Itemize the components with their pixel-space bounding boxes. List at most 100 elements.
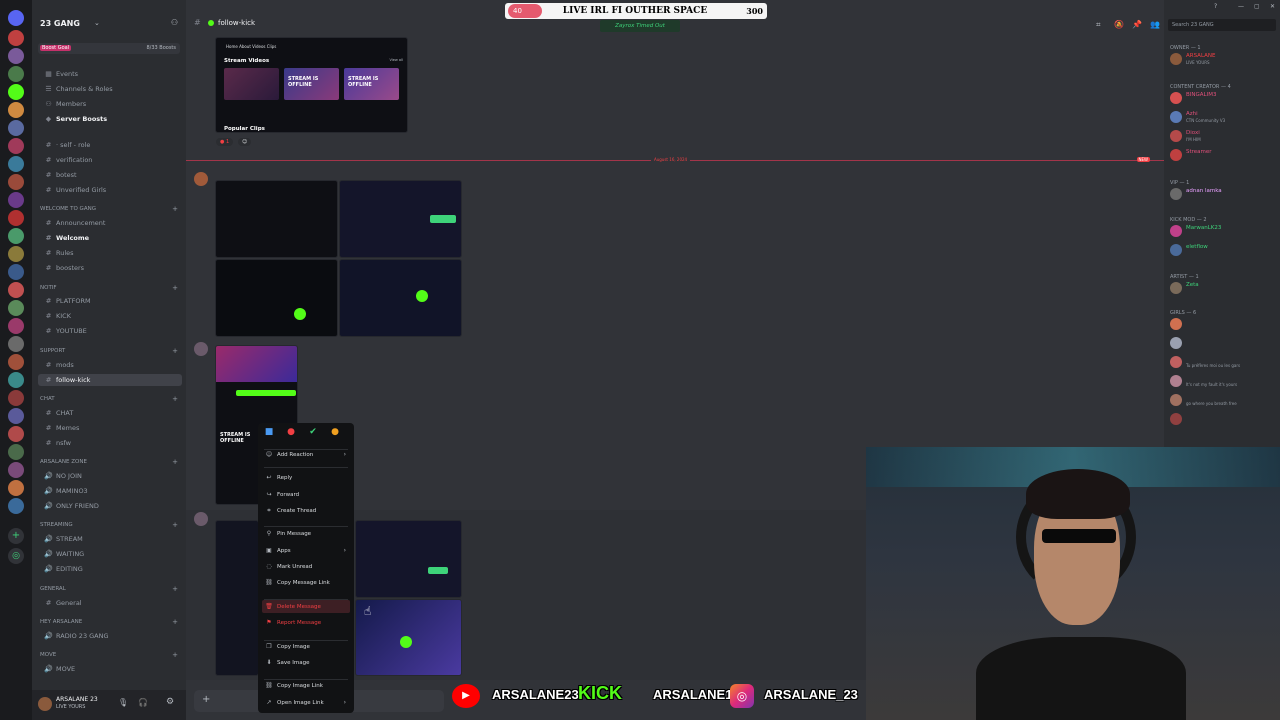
member-row[interactable]: Dioxi I'M HIM: [1170, 129, 1276, 143]
server-icon[interactable]: [8, 390, 24, 406]
menu-item-copy-image[interactable]: ❐ Copy Image: [262, 640, 350, 653]
menu-item-open-image-link[interactable]: ↗ Open Image Link ›: [262, 696, 350, 709]
menu-item-pin-message[interactable]: ⚲ Pin Message: [262, 527, 350, 540]
create-channel-icon[interactable]: +: [172, 347, 178, 355]
menu-item-forward[interactable]: ↪ Forward: [262, 488, 350, 501]
add-reaction-button[interactable]: ☺: [238, 138, 252, 146]
server-header[interactable]: 23 GANG ⌄ ⚇: [32, 0, 186, 40]
sidebar-item-no-join[interactable]: 🔊 NO JOIN: [44, 470, 180, 482]
sidebar-item-waiting[interactable]: 🔊 WAITING: [44, 548, 180, 560]
create-channel-icon[interactable]: +: [172, 205, 178, 213]
menu-item-add-reaction[interactable]: ☺ Add Reaction ›: [262, 448, 350, 461]
pin-icon[interactable]: 📌: [1132, 20, 1142, 29]
channel-category[interactable]: ARSALANE ZONE: [40, 459, 87, 465]
server-icon[interactable]: [8, 336, 24, 352]
server-icon[interactable]: [8, 174, 24, 190]
server-icon[interactable]: [8, 282, 24, 298]
image-attachment[interactable]: [355, 520, 462, 598]
sidebar-item-botest[interactable]: # botest: [44, 169, 180, 181]
member-row[interactable]: MarwanLK23: [1170, 224, 1276, 238]
server-icon[interactable]: [8, 426, 24, 442]
menu-item-mark-unread[interactable]: ◌ Mark Unread: [262, 560, 350, 573]
member-row[interactable]: [1170, 412, 1276, 426]
server-icon[interactable]: [8, 120, 24, 136]
member-row[interactable]: ARSALANE LIVE YOURS: [1170, 52, 1276, 66]
members-icon[interactable]: 👥: [1150, 20, 1160, 29]
image-attachment[interactable]: [215, 520, 259, 676]
avatar[interactable]: [194, 342, 208, 356]
sidebar-item-platform[interactable]: # PLATFORM: [44, 295, 180, 307]
sidebar-item-mods[interactable]: # mods: [44, 359, 180, 371]
video-thumbnail[interactable]: STREAM IS OFFLINE: [344, 68, 399, 100]
member-row[interactable]: BINGALIM3: [1170, 91, 1276, 105]
server-icon[interactable]: [8, 372, 24, 388]
server-icon[interactable]: [8, 498, 24, 514]
avatar[interactable]: [194, 512, 208, 526]
create-channel-icon[interactable]: +: [172, 521, 178, 529]
sidebar-item-follow-kick[interactable]: # follow-kick: [38, 374, 182, 386]
sidebar-item-chat[interactable]: # CHAT: [44, 407, 180, 419]
sidebar-item-stream[interactable]: 🔊 STREAM: [44, 533, 180, 545]
sidebar-item-boosters[interactable]: # boosters: [44, 262, 180, 274]
server-icon[interactable]: [8, 102, 24, 118]
video-thumbnail[interactable]: STREAM IS OFFLINE: [284, 68, 339, 100]
member-row[interactable]: [1170, 336, 1276, 350]
view-all-link[interactable]: View all: [389, 58, 403, 62]
menu-item-copy-image-link[interactable]: ⛓ Copy Image Link: [262, 679, 350, 692]
sidebar-item-kick[interactable]: # KICK: [44, 310, 180, 322]
menu-item-apps[interactable]: ▣ Apps ›: [262, 544, 350, 557]
server-icon[interactable]: [8, 156, 24, 172]
create-channel-icon[interactable]: +: [172, 618, 178, 626]
menu-item-copy-message-link[interactable]: ⛓ Copy Message Link: [262, 576, 350, 589]
sidebar-item-editing[interactable]: 🔊 EDITING: [44, 563, 180, 575]
member-row[interactable]: Streamer: [1170, 148, 1276, 162]
channel-category[interactable]: GENERAL: [40, 586, 66, 592]
boost-goal-bar[interactable]: Boost Goal 8/33 Boosts: [38, 43, 180, 54]
menu-item-report-message[interactable]: ⚑ Report Message: [262, 616, 350, 629]
sidebar-item-move[interactable]: 🔊 MOVE: [44, 663, 180, 675]
create-channel-icon[interactable]: +: [172, 284, 178, 292]
sidebar-item-welcome[interactable]: # Welcome: [44, 232, 180, 244]
channel-category[interactable]: WELCOME TO GANG: [40, 206, 96, 212]
sidebar-item-members[interactable]: ⚇ Members: [44, 98, 180, 110]
channel-category[interactable]: CHAT: [40, 396, 55, 402]
menu-item-create-thread[interactable]: ⌗ Create Thread: [262, 504, 350, 517]
avatar[interactable]: [38, 697, 52, 711]
channel-category[interactable]: MOVE: [40, 652, 56, 658]
menu-item-reply[interactable]: ↩ Reply: [262, 471, 350, 484]
menu-item-delete-message[interactable]: 🗑 Delete Message: [262, 600, 350, 613]
member-row[interactable]: go where you breath free: [1170, 393, 1276, 407]
sidebar-item-channels-roles[interactable]: ☰ Channels & Roles: [44, 83, 180, 95]
create-channel-icon[interactable]: +: [172, 458, 178, 466]
server-icon[interactable]: [8, 48, 24, 64]
plus-icon[interactable]: +: [202, 694, 210, 705]
image-attachment[interactable]: [215, 180, 338, 258]
sidebar-item-radio-23-gang[interactable]: 🔊 RADIO 23 GANG: [44, 630, 180, 642]
sidebar-item-only-friend[interactable]: 🔊 ONLY FRIEND: [44, 500, 180, 512]
threads-icon[interactable]: ⌗: [1096, 20, 1101, 30]
server-icon[interactable]: [8, 30, 24, 46]
explore-icon[interactable]: ◎: [8, 548, 24, 564]
channel-category[interactable]: Support: [40, 348, 65, 354]
image-attachment[interactable]: [339, 259, 462, 337]
server-icon[interactable]: [8, 246, 24, 262]
server-icon[interactable]: [8, 264, 24, 280]
create-channel-icon[interactable]: +: [172, 651, 178, 659]
channel-category[interactable]: STREAMING: [40, 522, 73, 528]
mute-icon[interactable]: 🔕: [1114, 20, 1124, 29]
reaction-orange-icon[interactable]: ●: [330, 427, 340, 437]
reaction-check-icon[interactable]: ✔: [308, 427, 318, 437]
sidebar-item-server-boosts[interactable]: ◆ Server Boosts: [44, 113, 180, 125]
server-icon[interactable]: [8, 444, 24, 460]
sidebar-item-verification[interactable]: # verification: [44, 154, 180, 166]
member-row[interactable]: eletflow: [1170, 243, 1276, 257]
member-row[interactable]: It's not my fault it's yours: [1170, 374, 1276, 388]
reaction-red-icon[interactable]: ●: [286, 427, 296, 437]
member-row[interactable]: [1170, 317, 1276, 331]
server-icon[interactable]: [8, 84, 24, 100]
member-row[interactable]: Zeta: [1170, 281, 1276, 295]
search-input[interactable]: Search 23 GANG: [1168, 19, 1276, 31]
server-icon[interactable]: [8, 462, 24, 478]
sidebar-item-youtube[interactable]: # YOUTUBE: [44, 325, 180, 337]
video-thumbnail[interactable]: [224, 68, 279, 100]
